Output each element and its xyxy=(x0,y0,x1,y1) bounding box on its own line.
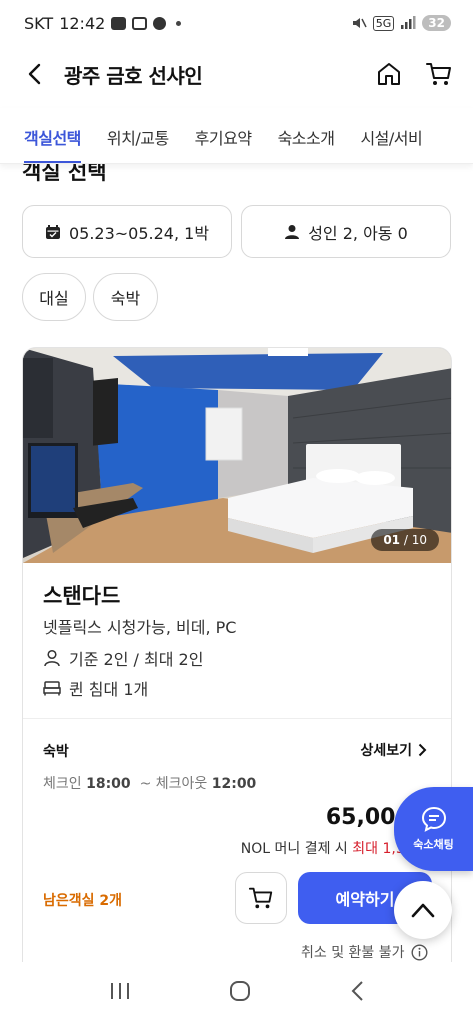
signal-icon xyxy=(401,16,416,29)
photo-counter-total: / 10 xyxy=(403,533,427,547)
system-nav-bar xyxy=(0,962,473,1024)
header: 광주 금호 선샤인 xyxy=(0,46,473,102)
tab-facilities[interactable]: 시설/서비 xyxy=(360,125,422,163)
bed-icon xyxy=(43,681,61,696)
room-photo[interactable]: 01 / 10 xyxy=(23,348,451,563)
battery-indicator: 32 xyxy=(422,15,451,31)
back-icon xyxy=(28,63,41,85)
home-nav-button[interactable] xyxy=(228,979,252,1007)
remaining-rooms: 남은객실 2개 xyxy=(43,893,123,909)
lodging-chat-label: 숙소채팅 xyxy=(413,838,454,851)
home-circle-icon xyxy=(230,981,251,1001)
recent-apps-icon xyxy=(111,983,130,999)
cart-button[interactable] xyxy=(421,56,457,92)
cancel-policy-note[interactable]: 취소 및 환불 불가 xyxy=(301,942,428,962)
room-capacity-label: 기준 2인 / 최대 2인 xyxy=(69,650,204,669)
checkout-label: ~ 체크아웃 xyxy=(139,776,208,792)
carrier-label: SKT xyxy=(24,13,54,33)
status-left: SKT 12:42 xyxy=(24,13,182,33)
detail-link[interactable]: 상세보기 xyxy=(360,740,427,760)
cart-icon xyxy=(248,887,273,909)
clock: 12:42 xyxy=(59,13,106,33)
calendar-icon xyxy=(45,224,60,239)
back-button[interactable] xyxy=(16,56,52,92)
network-label: 5G xyxy=(372,15,395,31)
date-range-label: 05.23~05.24, 1박 xyxy=(68,223,210,243)
checkout-time: 12:00 xyxy=(211,776,257,792)
checkin-checkout-times: 체크인 18:00 ~ 체크아웃 12:00 xyxy=(43,773,256,793)
cancel-policy-label: 취소 및 환불 불가 xyxy=(301,945,405,961)
home-icon xyxy=(378,63,400,85)
screenshot-icon xyxy=(132,16,148,30)
back-nav-icon xyxy=(351,981,363,1001)
room-bed-label: 퀸 침대 1개 xyxy=(69,680,149,699)
photo-counter: 01 / 10 xyxy=(371,529,439,551)
room-description: 넷플릭스 시청가능, 비데, PC xyxy=(43,618,237,637)
status-right: 5G 32 xyxy=(351,15,451,31)
room-card[interactable]: 01 / 10 스탠다드 넷플릭스 시청가능, 비데, PC 기준 2인 / 최… xyxy=(22,347,452,987)
guest-count-label: 성인 2, 아동 0 xyxy=(308,223,408,243)
checkin-label: 체크인 xyxy=(43,776,82,792)
home-button[interactable] xyxy=(371,56,407,92)
stay-type-label: 숙박 xyxy=(43,744,69,760)
chat-icon xyxy=(421,806,446,832)
status-bar: SKT 12:42 5G 32 xyxy=(0,0,473,46)
chip-overnight[interactable]: 숙박 xyxy=(93,273,158,321)
room-capacity: 기준 2인 / 최대 2인 xyxy=(43,646,203,670)
cart-icon xyxy=(426,63,451,85)
tab-location[interactable]: 위치/교통 xyxy=(107,125,169,163)
page-title: 광주 금호 선샤인 xyxy=(64,63,203,88)
header-actions xyxy=(371,56,457,92)
lodging-chat-button[interactable]: 숙소채팅 xyxy=(394,787,473,871)
youtube-icon xyxy=(111,16,127,30)
notification-dot-icon xyxy=(176,20,182,26)
back-nav-button[interactable] xyxy=(349,980,365,1006)
chip-day-use[interactable]: 대실 xyxy=(22,273,86,321)
nol-money-prefix: NOL 머니 결제 시 xyxy=(240,841,353,857)
tab-lodging-info[interactable]: 숙소소개 xyxy=(278,125,335,163)
tab-room-select[interactable]: 객실선택 xyxy=(24,125,81,163)
mute-icon xyxy=(352,18,367,28)
arrow-up-icon xyxy=(411,903,435,918)
tab-bar: 객실선택 위치/교통 후기요약 숙소소개 시설/서비 xyxy=(0,108,473,164)
detail-link-label: 상세보기 xyxy=(360,743,412,759)
room-name: 스탠다드 xyxy=(43,584,121,608)
c-icon xyxy=(153,16,167,30)
info-icon xyxy=(411,943,428,961)
recent-apps-button[interactable] xyxy=(108,981,132,1005)
person-icon xyxy=(285,224,300,239)
divider xyxy=(23,718,451,719)
room-bed: 퀸 침대 1개 xyxy=(43,676,148,700)
chevron-right-icon xyxy=(418,743,427,757)
scroll-to-top-button[interactable] xyxy=(394,881,452,939)
guest-selector-button[interactable]: 성인 2, 아동 0 xyxy=(241,205,451,258)
checkin-time: 18:00 xyxy=(86,776,131,792)
photo-counter-current: 01 xyxy=(383,533,401,547)
tab-review-summary[interactable]: 후기요약 xyxy=(195,125,252,163)
date-selector-button[interactable]: 05.23~05.24, 1박 xyxy=(22,205,232,258)
person-outline-icon xyxy=(44,649,60,667)
add-to-cart-button[interactable] xyxy=(235,872,287,924)
